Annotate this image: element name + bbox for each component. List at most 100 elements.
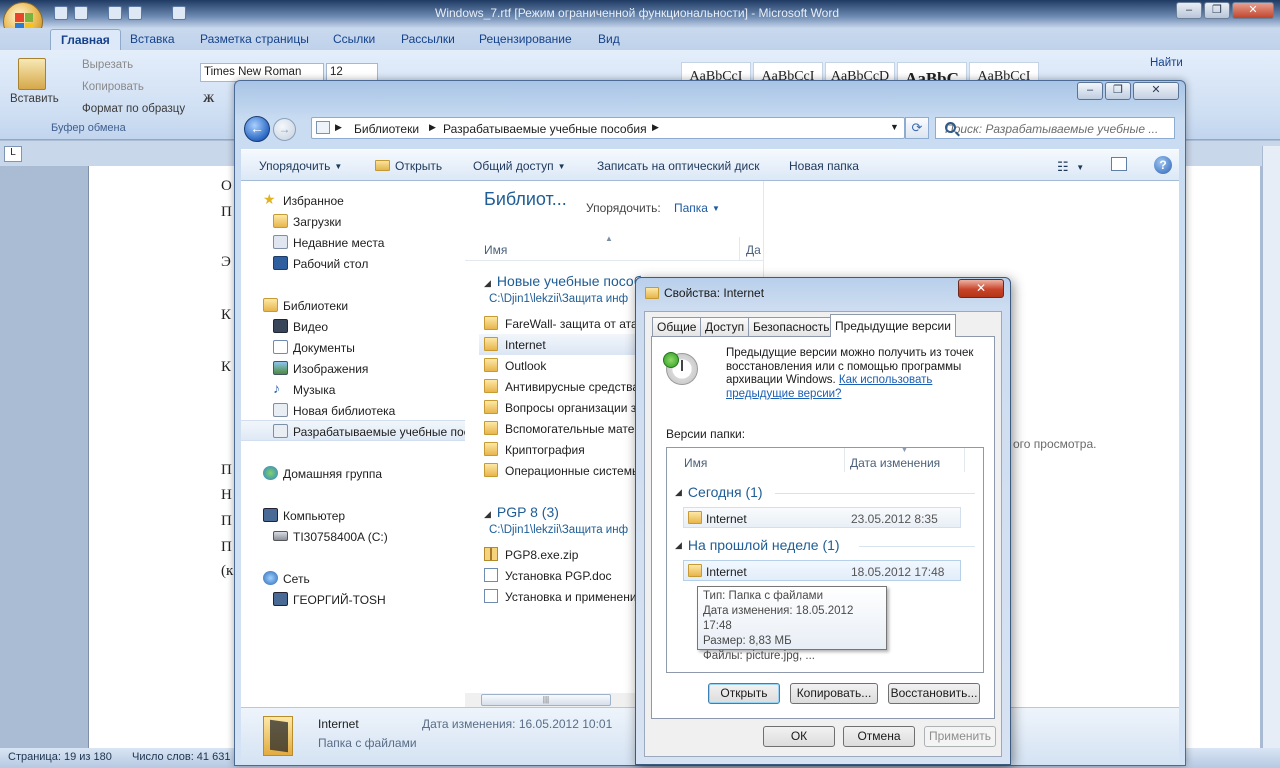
textbox-icon[interactable] xyxy=(172,6,186,20)
ruler-toggle-button[interactable]: L xyxy=(4,146,22,162)
column-date[interactable]: Дата изменения xyxy=(850,456,940,470)
nav-network[interactable]: Сеть xyxy=(241,568,465,589)
back-button[interactable]: ← xyxy=(244,116,270,142)
ok-button[interactable]: ОК xyxy=(763,726,835,747)
doc-text: Э xyxy=(221,254,231,270)
group-header[interactable]: ◢ PGP 8 (3) xyxy=(484,504,559,520)
refresh-button[interactable]: ⟳ xyxy=(905,117,929,139)
breadcrumb-separator: ▶ xyxy=(335,122,342,132)
open-command[interactable]: Открыть xyxy=(375,159,442,173)
picture-icon[interactable] xyxy=(128,6,142,20)
redo-icon[interactable] xyxy=(108,6,122,20)
library-title: Библиот... xyxy=(484,189,567,209)
group-today[interactable]: ◢ Сегодня (1) xyxy=(675,484,763,500)
view-options-icon[interactable]: ☷ ▼ xyxy=(1057,159,1084,175)
search-icon[interactable] xyxy=(945,122,956,133)
column-name[interactable]: Имя xyxy=(484,243,507,257)
version-item[interactable]: Internet 23.05.2012 8:35 xyxy=(683,507,961,528)
paste-button[interactable]: Вставить xyxy=(10,93,59,105)
tab-review[interactable]: Рецензирование xyxy=(479,32,572,46)
address-bar[interactable]: ▶ Библиотеки ▶ Разрабатываемые учебные п… xyxy=(311,117,905,139)
nav-new-library[interactable]: Новая библиотека xyxy=(241,400,465,421)
forward-button[interactable]: → xyxy=(273,118,296,141)
word-minimize-button[interactable]: – xyxy=(1176,2,1202,19)
tab-insert[interactable]: Вставка xyxy=(130,32,175,46)
share-menu[interactable]: Общий доступ ▼ xyxy=(473,159,566,173)
versions-list[interactable]: Имя Дата изменения ▼ ◢ Сегодня (1) Intern… xyxy=(666,447,984,673)
word-close-button[interactable]: ✕ xyxy=(1232,2,1274,19)
star-icon: ★ xyxy=(263,191,276,207)
folder-icon xyxy=(484,379,498,393)
search-input[interactable]: Поиск: Разрабатываемые учебные ... xyxy=(935,117,1175,139)
properties-dialog: Свойства: Internet ✕ Общие Доступ Безопа… xyxy=(635,277,1011,765)
cancel-button[interactable]: Отмена xyxy=(843,726,915,747)
column-name[interactable]: Имя xyxy=(684,456,707,470)
tab-references[interactable]: Ссылки xyxy=(333,32,375,46)
tab-previous-versions[interactable]: Предыдущие версии xyxy=(830,314,956,337)
word-title-bar: Windows_7.rtf [Режим ограниченной функци… xyxy=(0,0,1280,28)
tab-general[interactable]: Общие xyxy=(652,317,702,336)
tab-home[interactable]: Главная xyxy=(50,29,121,50)
nav-music[interactable]: ♪ Музыка xyxy=(241,379,465,400)
nav-desktop[interactable]: Рабочий стол xyxy=(241,253,465,274)
zip-file-icon xyxy=(484,547,498,561)
word-doc-icon xyxy=(484,589,498,603)
nav-recent-places[interactable]: Недавние места xyxy=(241,232,465,253)
desktop-icon xyxy=(273,256,288,270)
version-item[interactable]: Internet 18.05.2012 17:48 xyxy=(683,560,961,581)
group-path[interactable]: C:\Djin1\lekzii\Защита инф xyxy=(489,524,628,536)
tab-page-layout[interactable]: Разметка страницы xyxy=(200,32,309,46)
explorer-close-button[interactable]: ✕ xyxy=(1133,82,1179,100)
tab-security[interactable]: Безопасность xyxy=(748,317,835,336)
apply-button[interactable]: Применить xyxy=(924,726,996,747)
group-last-week[interactable]: ◢ На прошлой неделе (1) xyxy=(675,537,840,553)
new-folder-command[interactable]: Новая папка xyxy=(789,159,859,173)
address-dropdown-icon[interactable]: ▼ xyxy=(890,122,899,132)
bold-button[interactable]: Ж xyxy=(203,93,214,105)
tab-sharing[interactable]: Доступ xyxy=(700,317,750,336)
save-icon[interactable] xyxy=(54,6,68,20)
cut-button[interactable]: Вырезать xyxy=(82,59,133,71)
restore-button[interactable]: Восстановить... xyxy=(888,683,980,704)
nav-video[interactable]: Видео xyxy=(241,316,465,337)
group-header[interactable]: ◢ Новые учебные пособ xyxy=(484,273,642,289)
group-path[interactable]: C:\Djin1\lekzii\Защита инф xyxy=(489,293,628,305)
details-type: Папка с файлами xyxy=(318,736,417,750)
nav-homegroup[interactable]: Домашняя группа xyxy=(241,463,465,484)
nav-network-pc[interactable]: ГЕОРГИЙ-TOSH xyxy=(241,589,465,610)
format-painter-button[interactable]: Формат по образцу xyxy=(82,103,185,115)
burn-command[interactable]: Записать на оптический диск xyxy=(597,159,760,173)
vertical-scrollbar[interactable] xyxy=(1262,146,1280,748)
nav-computer[interactable]: Компьютер xyxy=(241,505,465,526)
status-word-count: Число слов: 41 631 xyxy=(132,751,231,763)
preview-pane-icon[interactable] xyxy=(1111,157,1127,171)
copy-button[interactable]: Копировать xyxy=(82,81,144,93)
dialog-close-button[interactable]: ✕ xyxy=(958,279,1004,298)
column-date[interactable]: Да xyxy=(746,243,761,257)
find-button[interactable]: Найти xyxy=(1150,57,1183,69)
arrange-by-dropdown[interactable]: Папка ▼ xyxy=(674,201,720,215)
nav-drive-c[interactable]: TI30758400A (C:) xyxy=(241,526,465,547)
nav-favorites[interactable]: ★ Избранное xyxy=(241,190,465,211)
open-button[interactable]: Открыть xyxy=(708,683,780,704)
word-maximize-button[interactable]: ❐ xyxy=(1204,2,1230,19)
tab-view[interactable]: Вид xyxy=(598,32,620,46)
nav-libraries[interactable]: Библиотеки xyxy=(241,295,465,316)
scrollbar-thumb[interactable]: ||| xyxy=(481,694,611,706)
copy-button[interactable]: Копировать... xyxy=(790,683,878,704)
video-icon xyxy=(273,319,288,333)
nav-dev-library[interactable]: Разрабатываемые учебные пособ xyxy=(241,420,483,441)
nav-downloads[interactable]: Загрузки xyxy=(241,211,465,232)
previous-versions-panel: Предыдущие версии можно получить из точе… xyxy=(651,336,995,719)
help-icon[interactable]: ? xyxy=(1154,156,1172,174)
tab-mailings[interactable]: Рассылки xyxy=(401,32,455,46)
undo-icon[interactable] xyxy=(74,6,88,20)
breadcrumb-current[interactable]: Разрабатываемые учебные пособия xyxy=(443,122,647,136)
nav-pictures[interactable]: Изображения xyxy=(241,358,465,379)
explorer-maximize-button[interactable]: ❐ xyxy=(1105,82,1131,100)
arrange-by-label: Упорядочить: xyxy=(586,201,661,215)
nav-documents[interactable]: Документы xyxy=(241,337,465,358)
explorer-minimize-button[interactable]: – xyxy=(1077,82,1103,100)
organize-menu[interactable]: Упорядочить ▼ xyxy=(259,159,342,173)
breadcrumb-libraries[interactable]: Библиотеки xyxy=(354,122,419,136)
